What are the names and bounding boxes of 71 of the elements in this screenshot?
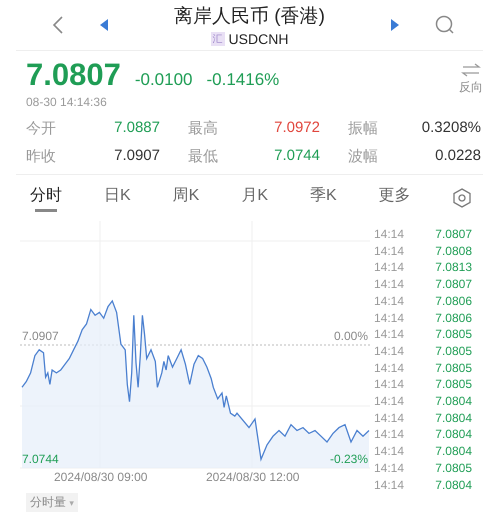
stat-value: 7.0887 — [113, 119, 160, 138]
time-label: 2024/08/30 12:00 — [206, 470, 300, 484]
search-icon[interactable] — [435, 15, 455, 35]
page-title: 离岸人民币 (香港) — [174, 5, 325, 29]
tick-price: 7.0804 — [434, 478, 472, 494]
swap-icon[interactable] — [461, 63, 481, 77]
tick-time: 14:14 — [374, 360, 406, 376]
tick-price: 7.0806 — [434, 294, 472, 310]
tick-time: 14:14 — [374, 478, 406, 494]
tick-price: 7.0806 — [434, 310, 472, 326]
previous-icon[interactable] — [98, 18, 110, 32]
tick-time: 14:14 — [374, 410, 406, 426]
tick-price: 7.0807 — [434, 277, 472, 293]
stat-label: 最高 — [188, 119, 218, 138]
stat-value: 7.0744 — [273, 147, 320, 166]
axis-label: 7.0907 — [22, 329, 59, 343]
quote-time: 08-30 14:14:36 — [26, 95, 108, 109]
tick-price: 7.0804 — [434, 444, 472, 460]
tick-price: 7.0808 — [434, 244, 472, 260]
last-price: 7.0807 — [26, 57, 121, 93]
next-icon[interactable] — [388, 18, 401, 32]
tick-time: 14:14 — [374, 344, 406, 360]
time-label: 2024/08/30 09:00 — [54, 470, 148, 484]
stat-label: 最低 — [188, 147, 218, 166]
tick-time: 14:14 — [374, 310, 406, 326]
tick-price: 7.0805 — [434, 377, 472, 394]
axis-label: 0.00% — [334, 329, 368, 343]
tick-price: 7.0805 — [434, 460, 472, 477]
tick-time: 14:14 — [374, 444, 406, 460]
price-change: -0.0100 — [134, 70, 192, 90]
tick-price: 7.0804 — [434, 427, 472, 444]
percent-change: -0.1416% — [206, 70, 280, 90]
chart-tab[interactable]: 分时 — [30, 184, 62, 212]
chart-tab[interactable]: 季K — [310, 184, 337, 212]
chart-tab[interactable]: 月K — [241, 184, 268, 212]
stat-value: 0.0228 — [434, 147, 481, 166]
stat-label: 波幅 — [348, 147, 378, 166]
stat-value: 7.0972 — [273, 119, 320, 138]
tick-price: 7.0805 — [434, 327, 472, 343]
tick-price: 7.0807 — [434, 227, 472, 243]
reverse-label[interactable]: 反向 — [459, 79, 483, 96]
chart-tab[interactable]: 更多 — [378, 184, 411, 212]
tick-time: 14:14 — [374, 277, 406, 293]
symbol-text: USDCNH — [228, 31, 288, 47]
tick-price: 7.0805 — [434, 360, 472, 376]
stat-value: 7.0907 — [113, 147, 160, 166]
tick-time: 14:14 — [374, 394, 406, 410]
chart-tab[interactable]: 周K — [172, 184, 200, 212]
tick-price: 7.0804 — [434, 394, 472, 410]
axis-label: -0.23% — [330, 452, 368, 466]
tick-time: 14:14 — [374, 327, 406, 343]
tick-price: 7.0813 — [434, 260, 472, 276]
stat-label: 昨收 — [26, 147, 56, 166]
settings-icon[interactable] — [452, 188, 471, 208]
tick-time: 14:14 — [374, 244, 406, 260]
tick-time: 14:14 — [374, 427, 406, 444]
tick-time: 14:14 — [374, 460, 406, 477]
tick-time: 14:14 — [374, 294, 406, 310]
tick-price: 7.0804 — [434, 410, 472, 426]
stat-value: 0.3208% — [420, 119, 481, 138]
chart-tab[interactable]: 日K — [104, 184, 131, 212]
back-icon[interactable] — [52, 15, 64, 35]
tick-time: 14:14 — [374, 260, 406, 276]
stat-label: 振幅 — [348, 119, 378, 138]
tick-time: 14:14 — [374, 377, 406, 394]
volume-dropdown[interactable]: 分时量 ▾ — [26, 493, 78, 512]
tick-time: 14:14 — [374, 227, 406, 243]
market-badge: 汇 — [210, 32, 225, 46]
stat-label: 今开 — [26, 119, 56, 138]
tick-price: 7.0805 — [434, 344, 472, 360]
axis-label: 7.0744 — [22, 452, 59, 466]
